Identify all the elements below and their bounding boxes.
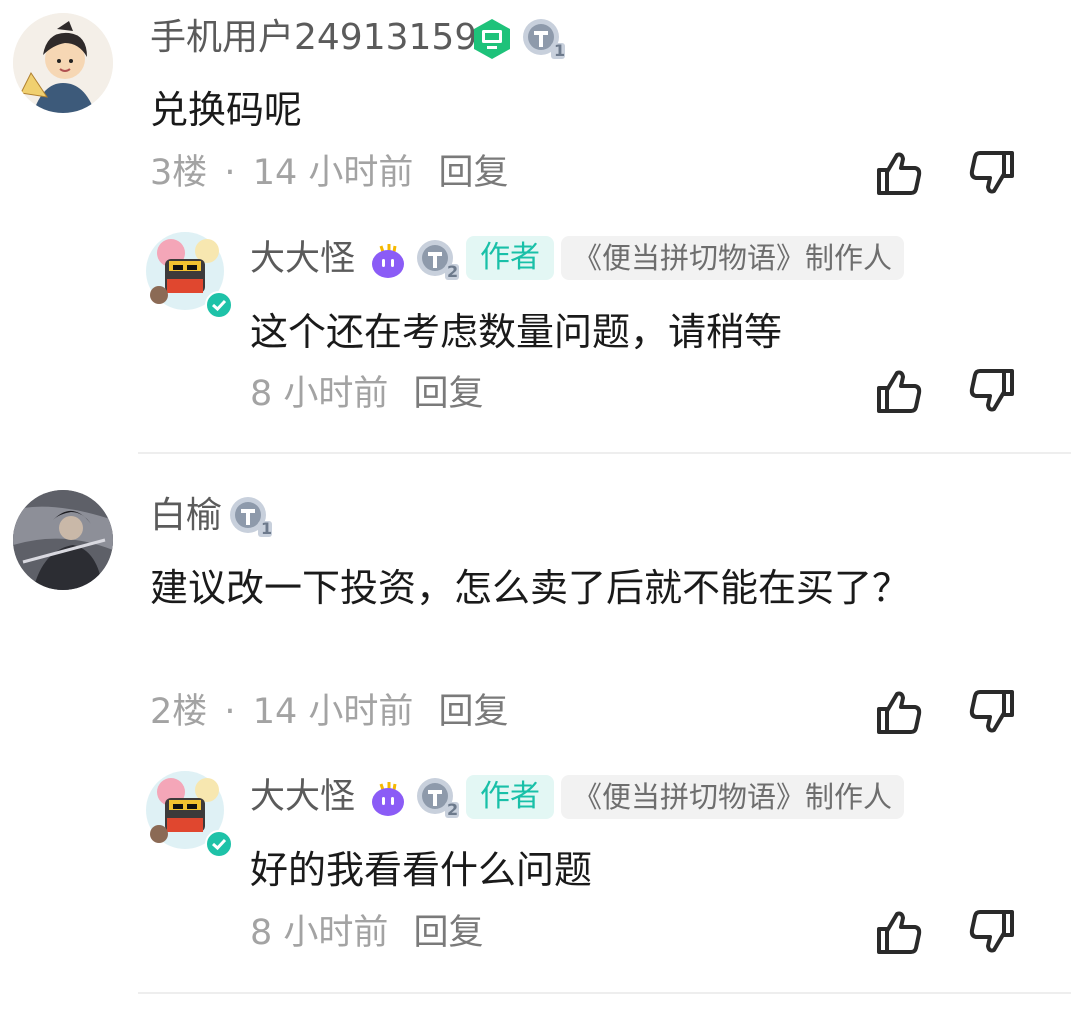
level-number: 1 [554,41,566,60]
level-number: 2 [447,262,459,281]
dislike-button[interactable] [964,145,1020,201]
thumbs-up-icon [877,691,922,734]
comment-item: 白榆 1 建议改一下投资，怎么卖了后就不能在买了？ 2楼 · 14 小时前 回复 [0,460,1071,1019]
level-number: 1 [261,519,273,538]
role-badge: 《便当拼切物语》制作人 [561,236,905,280]
thumbs-up-icon [877,911,922,954]
username[interactable]: 手机用户24913159 [150,20,477,56]
like-button[interactable] [871,684,927,740]
thumbs-down-icon [969,151,1014,194]
level-number: 2 [447,800,459,819]
timestamp: 14 小时前 [252,692,414,732]
reply-text: 好的我看看什么问题 [250,848,593,892]
floor-number: 3楼 [150,153,208,193]
pc-device-icon [470,17,514,61]
floor-number: 2楼 [150,692,208,732]
comment-meta: 2楼 · 14 小时前 回复 [150,695,509,730]
thumbs-down-icon [969,369,1014,412]
fan-badge-icon [367,240,407,280]
reply-avatar[interactable] [145,770,233,858]
reply-button[interactable]: 回复 [439,692,509,732]
thumbs-down-icon [969,910,1014,953]
level-badge-icon: 2 [415,238,461,282]
thumbs-up-icon [877,370,922,413]
reply-avatar[interactable] [145,231,233,319]
avatar[interactable] [13,13,113,113]
verified-check-icon [205,830,233,858]
role-badge: 《便当拼切物语》制作人 [561,775,905,819]
timestamp: 8 小时前 [250,374,389,414]
author-badge: 作者 [466,236,554,280]
dislike-button[interactable] [964,363,1020,419]
username[interactable]: 白榆 [150,498,222,534]
reply-text: 这个还在考虑数量问题，请稍等 [250,310,783,354]
divider [138,992,1071,994]
like-button[interactable] [871,363,927,419]
separator: · [224,692,236,732]
reply-button[interactable]: 回复 [414,374,484,414]
comment-meta: 3楼 · 14 小时前 回复 [150,156,509,191]
timestamp: 14 小时前 [252,153,414,193]
level-badge-icon: 1 [521,17,567,61]
comment-item: 手机用户24913159 1 兑换码呢 3楼 · 14 小时前 回复 大大怪 2… [0,0,1071,455]
verified-check-icon [205,291,233,319]
separator: · [224,153,236,193]
reply-username[interactable]: 大大怪 [250,242,355,277]
reply-button[interactable]: 回复 [414,913,484,953]
like-button[interactable] [871,904,927,960]
reply-username[interactable]: 大大怪 [250,780,355,815]
dislike-button[interactable] [964,904,1020,960]
comment-text: 兑换码呢 [150,88,303,132]
thumbs-down-icon [969,690,1014,733]
level-badge-icon: 1 [228,495,274,539]
dislike-button[interactable] [964,684,1020,740]
avatar-illustration-icon [13,490,113,590]
divider [138,452,1071,454]
fan-badge-icon [367,778,407,818]
avatar-illustration-icon [13,13,113,113]
reply-meta: 8 小时前 回复 [250,377,484,412]
like-button[interactable] [871,145,927,201]
author-badge: 作者 [466,775,554,819]
timestamp: 8 小时前 [250,913,389,953]
avatar[interactable] [13,490,113,590]
reply-meta: 8 小时前 回复 [250,916,484,951]
thumbs-up-icon [877,152,922,195]
level-badge-icon: 2 [415,776,461,820]
comment-text: 建议改一下投资，怎么卖了后就不能在买了？ [150,566,911,610]
reply-button[interactable]: 回复 [439,153,509,193]
